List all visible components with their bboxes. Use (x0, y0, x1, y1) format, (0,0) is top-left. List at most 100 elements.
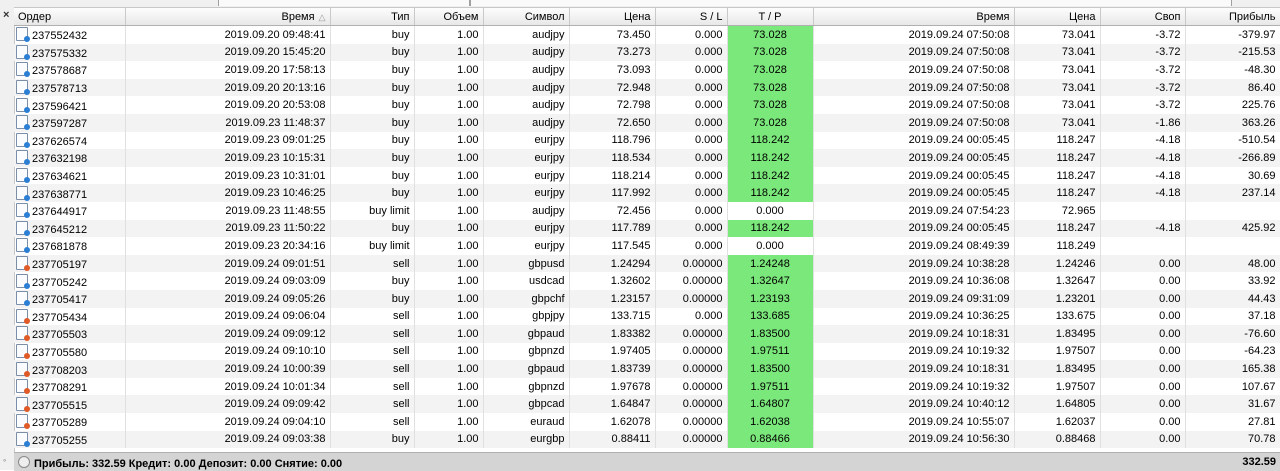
column-header-open-time[interactable]: Время △ (125, 8, 331, 26)
type-cell: buy (330, 131, 415, 150)
take-profit-cell: 118.242 (727, 219, 814, 238)
take-profit-cell: 73.028 (727, 96, 814, 114)
table-row[interactable]: 237578713 2019.09.20 20:13:16 buy 1.00 audjp… (14, 78, 1280, 97)
type-cell: buy (330, 430, 415, 449)
type-cell: buy (330, 149, 415, 167)
open-price-cell: 117.545 (569, 237, 656, 255)
table-row[interactable]: 237644917 2019.09.23 11:48:55 buy limit 1.0… (14, 201, 1280, 220)
order-number: 237638771 (32, 188, 88, 201)
column-header-profit[interactable]: Прибыль (1185, 8, 1280, 26)
symbol-cell: usdcad (483, 272, 570, 290)
take-profit-cell: 1.62038 (727, 413, 814, 431)
column-header-swap[interactable]: Своп (1100, 8, 1186, 26)
order-number: 237705515 (32, 399, 88, 412)
close-time-cell: 2019.09.24 10:19:32 (813, 342, 1015, 361)
volume-cell: 1.00 (414, 342, 484, 361)
volume-cell: 1.00 (414, 201, 484, 220)
table-row[interactable]: 237705434 2019.09.24 09:06:04 sell 1.00 gbpj… (14, 307, 1280, 326)
order-cell: 237632198 (14, 149, 126, 167)
order-cell: 237596421 (14, 96, 126, 114)
column-header-open-price[interactable]: Цена (569, 8, 656, 26)
grip-icon[interactable]: ◦ (3, 455, 6, 465)
table-row[interactable]: 237578687 2019.09.20 17:58:13 buy 1.00 audjp… (14, 61, 1280, 79)
close-price-cell: 118.247 (1014, 149, 1101, 167)
close-icon[interactable]: × (3, 9, 9, 21)
table-row[interactable]: 237632198 2019.09.23 10:15:31 buy 1.00 eurjp… (14, 149, 1280, 167)
table-row[interactable]: 237705242 2019.09.24 09:03:09 buy 1.00 usdca… (14, 272, 1280, 290)
symbol-cell: audjpy (483, 78, 570, 97)
stop-loss-cell: 0.000 (655, 184, 728, 202)
table-row[interactable]: 237681878 2019.09.23 20:34:16 buy limit 1.0… (14, 237, 1280, 255)
table-row[interactable]: 237634621 2019.09.23 10:31:01 buy 1.00 eurjp… (14, 166, 1280, 185)
close-time-cell: 2019.09.24 10:56:30 (813, 430, 1015, 449)
order-cell: 237575332 (14, 43, 126, 62)
table-row[interactable]: 237708203 2019.09.24 10:00:39 sell 1.00 gbpa… (14, 360, 1280, 378)
table-row[interactable]: 237705417 2019.09.24 09:05:26 buy 1.00 gbpch… (14, 289, 1280, 308)
open-price-cell: 1.97405 (569, 342, 656, 361)
profit-cell: -379.97 (1185, 25, 1280, 44)
volume-cell: 1.00 (414, 131, 484, 150)
profit-cell: -64.23 (1185, 342, 1280, 361)
column-header-volume[interactable]: Объем (414, 8, 484, 26)
table-row[interactable]: 237705197 2019.09.24 09:01:51 sell 1.00 gbpu… (14, 254, 1280, 273)
toolbar-splitter[interactable] (470, 0, 1232, 6)
table-row[interactable]: 237705580 2019.09.24 09:10:10 sell 1.00 gbpn… (14, 342, 1280, 361)
table-row[interactable]: 237626574 2019.09.23 09:01:25 buy 1.00 eurjp… (14, 131, 1280, 150)
table-row[interactable]: 237597287 2019.09.23 11:48:37 buy 1.00 audjp… (14, 113, 1280, 132)
table-row[interactable]: 237596421 2019.09.20 20:53:08 buy 1.00 audjp… (14, 96, 1280, 114)
terminal-side-frame: × ◦ (0, 7, 15, 470)
table-row[interactable]: 237705255 2019.09.24 09:03:38 buy 1.00 eurgb… (14, 430, 1280, 449)
column-header-stop-loss[interactable]: S / L (655, 8, 728, 26)
table-row[interactable]: 237645212 2019.09.23 11:50:22 buy 1.00 eurjp… (14, 219, 1280, 238)
close-price-cell: 73.041 (1014, 78, 1101, 97)
column-header-take-profit[interactable]: T / P (727, 8, 814, 26)
close-time-cell: 2019.09.24 10:19:32 (813, 377, 1015, 396)
column-header-symbol[interactable]: Символ (483, 8, 570, 26)
stop-loss-cell: 0.00000 (655, 430, 728, 449)
volume-cell: 1.00 (414, 325, 484, 343)
table-row[interactable]: 237552432 2019.09.20 09:48:41 buy 1.00 audjp… (14, 25, 1280, 44)
buy-order-icon (16, 44, 30, 60)
profit-cell: 86.40 (1185, 78, 1280, 97)
table-row[interactable]: 237705515 2019.09.24 09:09:42 sell 1.00 gbpc… (14, 395, 1280, 414)
table-row[interactable]: 237575332 2019.09.20 15:45:20 buy 1.00 audjp… (14, 43, 1280, 62)
profit-cell: -266.89 (1185, 149, 1280, 167)
table-row[interactable]: 237708291 2019.09.24 10:01:34 sell 1.00 gbpn… (14, 377, 1280, 396)
close-time-cell: 2019.09.24 07:54:23 (813, 201, 1015, 220)
close-time-cell: 2019.09.24 07:50:08 (813, 78, 1015, 97)
swap-cell (1100, 201, 1186, 220)
order-cell: 237645212 (14, 219, 126, 238)
volume-cell: 1.00 (414, 413, 484, 431)
close-price-cell: 73.041 (1014, 61, 1101, 79)
swap-cell: -4.18 (1100, 219, 1186, 238)
open-time-cell: 2019.09.24 09:09:12 (125, 325, 331, 343)
column-header-type[interactable]: Тип (330, 8, 415, 26)
swap-cell: -4.18 (1100, 184, 1186, 202)
column-header-close-price[interactable]: Цена (1014, 8, 1101, 26)
order-number: 237575332 (32, 47, 88, 60)
profit-cell: 31.67 (1185, 395, 1280, 414)
order-cell: 237578713 (14, 78, 126, 97)
profit-cell: 33.92 (1185, 272, 1280, 290)
column-header-order[interactable]: Ордер (14, 8, 126, 26)
toolbar-splitter[interactable] (218, 0, 470, 6)
close-time-cell: 2019.09.24 10:55:07 (813, 413, 1015, 431)
type-cell: sell (330, 342, 415, 361)
buy-order-icon (16, 27, 30, 43)
swap-cell: -4.18 (1100, 131, 1186, 150)
type-cell: sell (330, 395, 415, 414)
take-profit-cell: 0.000 (727, 237, 814, 255)
close-time-cell: 2019.09.24 10:18:31 (813, 325, 1015, 343)
order-number: 237705255 (32, 434, 88, 447)
table-row[interactable]: 237705289 2019.09.24 09:04:10 sell 1.00 eura… (14, 413, 1280, 431)
close-price-cell: 118.247 (1014, 131, 1101, 150)
order-number: 237705197 (32, 259, 88, 272)
table-row[interactable]: 237705503 2019.09.24 09:09:12 sell 1.00 gbpa… (14, 325, 1280, 343)
symbol-cell: audjpy (483, 96, 570, 114)
order-number: 237552432 (32, 30, 88, 43)
table-row[interactable]: 237638771 2019.09.23 10:46:25 buy 1.00 eurjp… (14, 184, 1280, 202)
order-number: 237632198 (32, 153, 88, 166)
profit-cell (1185, 237, 1280, 255)
order-cell: 237705242 (14, 272, 126, 290)
column-header-close-time[interactable]: Время (813, 8, 1015, 26)
